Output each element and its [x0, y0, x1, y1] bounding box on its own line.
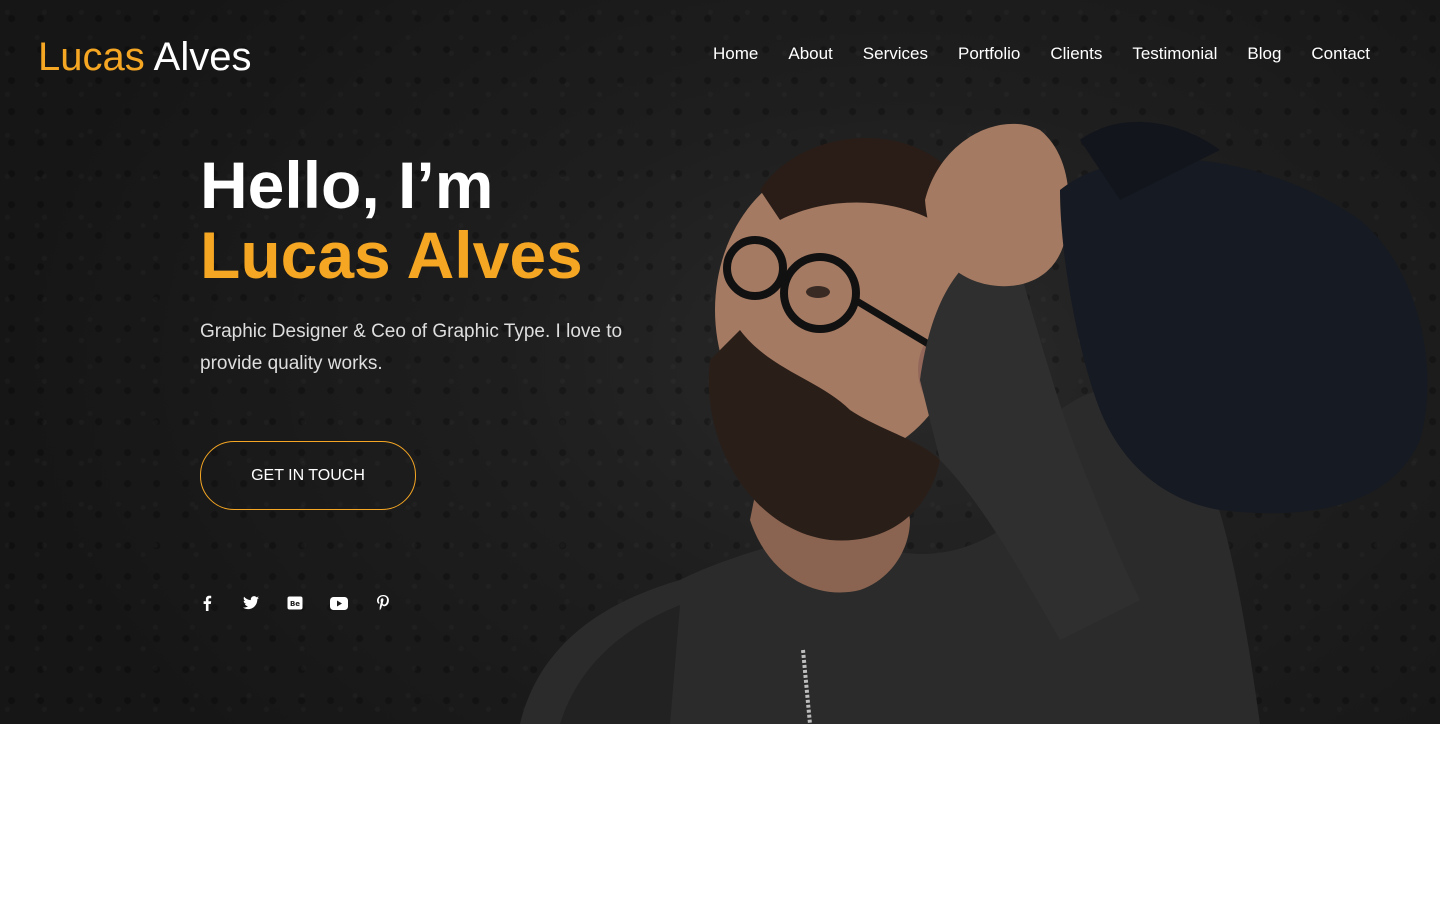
pinterest-icon[interactable]: [372, 592, 394, 614]
nav-item-clients[interactable]: Clients: [1050, 42, 1102, 66]
nav-item-services[interactable]: Services: [863, 42, 928, 66]
twitter-icon[interactable]: [240, 592, 262, 614]
youtube-icon[interactable]: [328, 592, 350, 614]
logo-last-name: Alves: [153, 35, 252, 79]
nav-item-blog[interactable]: Blog: [1247, 42, 1281, 66]
hero-tagline: Graphic Designer & Ceo of Graphic Type. …: [200, 321, 623, 374]
svg-text:Be: Be: [290, 600, 300, 608]
hero-name: Lucas Alves: [200, 218, 583, 292]
behance-icon[interactable]: Be: [284, 592, 306, 614]
site-logo[interactable]: Lucas Alves: [38, 34, 251, 80]
main-nav: Home About Services Portfolio Clients Te…: [713, 42, 1370, 66]
nav-item-home[interactable]: Home: [713, 42, 758, 66]
hero-section: Lucas Alves Home About Services Portfoli…: [0, 0, 1440, 724]
nav-item-contact[interactable]: Contact: [1311, 42, 1370, 66]
logo-first-name: Lucas: [38, 35, 145, 79]
below-hero-section: [0, 724, 1440, 900]
nav-item-about[interactable]: About: [788, 42, 832, 66]
hero-greeting: Hello, I’m: [200, 148, 494, 222]
social-links: Be: [196, 592, 394, 614]
hero-headline: Hello, I’m Lucas Alves: [200, 150, 583, 290]
facebook-icon[interactable]: [196, 592, 218, 614]
portrait-image: [520, 121, 1428, 724]
nav-item-portfolio[interactable]: Portfolio: [958, 42, 1020, 66]
nav-item-testimonial[interactable]: Testimonial: [1132, 42, 1217, 66]
get-in-touch-button[interactable]: GET IN TOUCH: [200, 441, 416, 510]
